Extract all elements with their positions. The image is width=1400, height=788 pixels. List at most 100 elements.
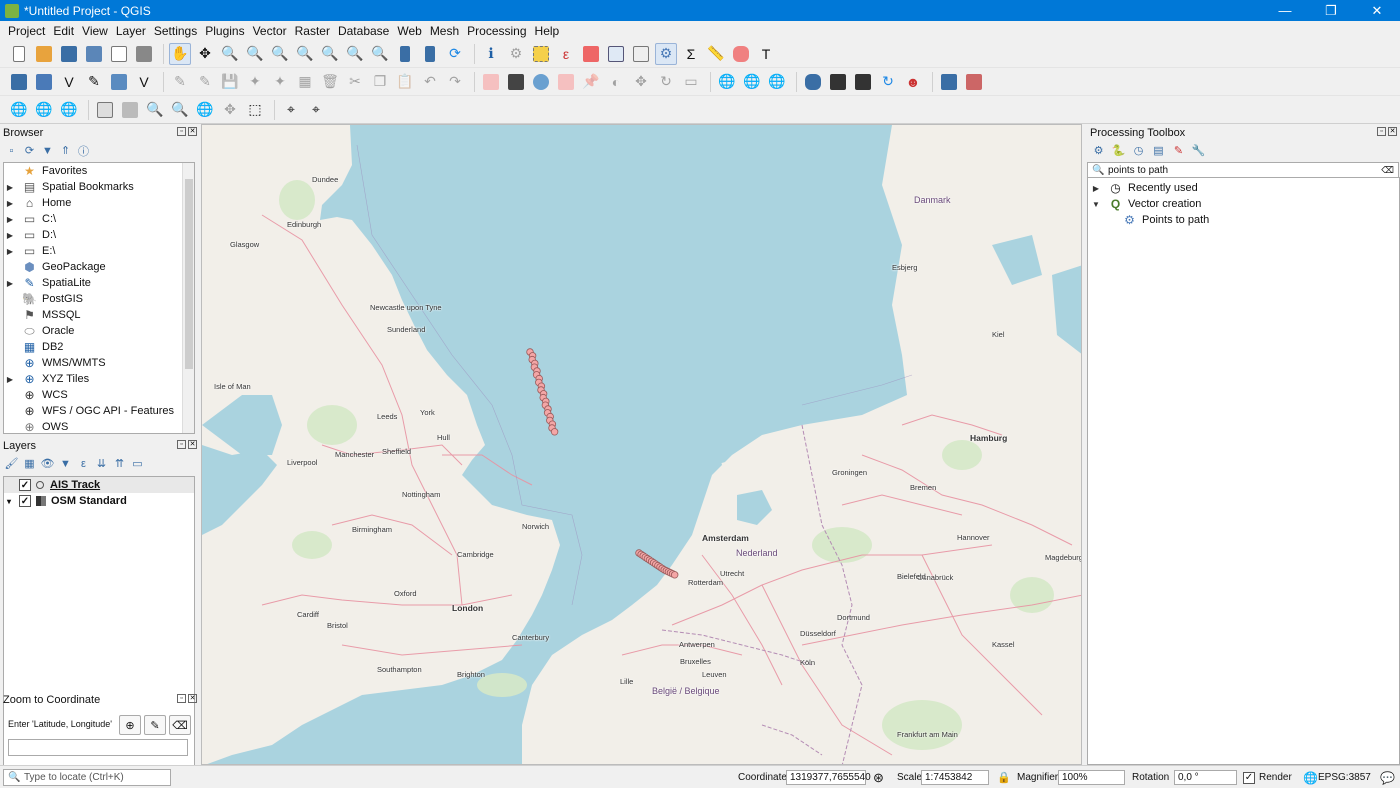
edit-features-icon[interactable]: ✎ bbox=[1172, 144, 1185, 157]
zoom-in-icon[interactable]: 🔍 bbox=[219, 43, 241, 65]
lock-scale-icon[interactable]: 🔒 bbox=[997, 770, 1011, 785]
collapse-all-icon[interactable]: ⇑ bbox=[59, 144, 72, 157]
messages-icon[interactable]: 💬 bbox=[1380, 770, 1395, 785]
browser-item-favorites[interactable]: ★ Favorites bbox=[4, 163, 194, 179]
layer-visibility-checkbox[interactable]: ✓ bbox=[19, 495, 31, 507]
menu-help[interactable]: Help bbox=[531, 24, 564, 38]
menu-vector[interactable]: Vector bbox=[249, 24, 291, 38]
select-features-icon[interactable] bbox=[530, 43, 552, 65]
filter-icon[interactable]: ▼ bbox=[41, 144, 54, 157]
menu-project[interactable]: Project bbox=[4, 24, 49, 38]
coordinate-input[interactable] bbox=[8, 739, 188, 756]
current-edits-icon[interactable]: ✎ bbox=[169, 71, 191, 93]
style-manager-icon[interactable] bbox=[133, 43, 155, 65]
copy-features-icon[interactable]: ❐ bbox=[369, 71, 391, 93]
float-panel-icon[interactable]: ▫ bbox=[177, 127, 186, 136]
search-qms-icon[interactable]: 🌐 bbox=[741, 71, 763, 93]
plugin-tool-icon[interactable] bbox=[827, 71, 849, 93]
float-panel-icon[interactable]: ▫ bbox=[177, 694, 186, 703]
zoom-full-icon[interactable]: 🔍 bbox=[269, 43, 291, 65]
browser-item-db2[interactable]: ▦ DB2 bbox=[4, 339, 194, 355]
move-icon[interactable]: ✥ bbox=[219, 99, 241, 121]
menu-view[interactable]: View bbox=[78, 24, 112, 38]
browser-item-ows[interactable]: ⊕ OWS bbox=[4, 419, 194, 433]
layer-labeling-icon[interactable] bbox=[505, 71, 527, 93]
menu-processing[interactable]: Processing bbox=[463, 24, 530, 38]
web-globe-1-icon[interactable]: 🌐 bbox=[8, 99, 30, 121]
scale-combobox[interactable]: 1:7453842 bbox=[921, 770, 989, 785]
menu-web[interactable]: Web bbox=[393, 24, 425, 38]
pan-to-selection-icon[interactable]: ✥ bbox=[194, 43, 216, 65]
data-source-manager-icon[interactable] bbox=[8, 71, 30, 93]
menu-mesh[interactable]: Mesh bbox=[426, 24, 463, 38]
coordinate-field[interactable]: 1319377,7655540 bbox=[786, 770, 871, 785]
highlight-label-icon[interactable] bbox=[555, 71, 577, 93]
crs-globe-icon[interactable]: 🌐 bbox=[1303, 770, 1318, 785]
zoom-last-icon[interactable]: 🔍 bbox=[369, 43, 391, 65]
new-project-icon[interactable] bbox=[8, 43, 30, 65]
text-annotation-icon[interactable]: T bbox=[755, 43, 777, 65]
style-icon[interactable]: 🖌 bbox=[5, 457, 19, 470]
expand-arrow-icon[interactable]: ▶ bbox=[4, 199, 16, 208]
expand-arrow-icon[interactable]: ▶ bbox=[4, 247, 16, 256]
statistical-summary-icon[interactable]: Σ bbox=[680, 43, 702, 65]
change-label-icon[interactable]: ▭ bbox=[680, 71, 702, 93]
add-wms-icon[interactable] bbox=[108, 71, 130, 93]
rotate-view-icon[interactable]: ↻ bbox=[877, 71, 899, 93]
network-icon[interactable]: 🌐 bbox=[194, 99, 216, 121]
add-virtual-layer-icon[interactable]: V bbox=[133, 71, 155, 93]
show-hide-labels-icon[interactable]: ◐ bbox=[605, 71, 627, 93]
search-tool-icon[interactable]: 🔍 bbox=[169, 99, 191, 121]
menu-settings[interactable]: Settings bbox=[150, 24, 201, 38]
pin-labels-icon[interactable]: 📌 bbox=[580, 71, 602, 93]
rotate-label-icon[interactable]: ↻ bbox=[655, 71, 677, 93]
models-icon[interactable]: ⚙ bbox=[1092, 144, 1105, 157]
minimize-button[interactable]: — bbox=[1262, 0, 1308, 21]
plugin-extra-icon[interactable] bbox=[963, 71, 985, 93]
menu-plugins[interactable]: Plugins bbox=[201, 24, 248, 38]
browser-item-geopackage[interactable]: ⬢ GeoPackage bbox=[4, 259, 194, 275]
menu-database[interactable]: Database bbox=[334, 24, 393, 38]
new-print-layout-icon[interactable] bbox=[108, 43, 130, 65]
web-globe-2-icon[interactable]: 🌐 bbox=[33, 99, 55, 121]
browser-item-wms-wmts[interactable]: ⊕ WMS/WMTS bbox=[4, 355, 194, 371]
browser-item-wfs-ogc-api-features[interactable]: ⊕ WFS / OGC API - Features bbox=[4, 403, 194, 419]
capture-point-icon[interactable]: ✎ bbox=[144, 715, 166, 735]
expand-arrow-icon[interactable]: ▶ bbox=[4, 279, 16, 288]
save-as-icon[interactable] bbox=[83, 43, 105, 65]
map-tips-icon[interactable] bbox=[730, 43, 752, 65]
toggle-editing-icon[interactable]: ✎ bbox=[194, 71, 216, 93]
menu-edit[interactable]: Edit bbox=[49, 24, 78, 38]
layer-diagram-icon[interactable] bbox=[530, 71, 552, 93]
close-panel-icon[interactable]: ✕ bbox=[188, 440, 197, 449]
select-by-value-icon[interactable]: ε bbox=[555, 43, 577, 65]
add-vector-layer-icon[interactable]: V bbox=[58, 71, 80, 93]
expand-arrow-icon[interactable]: ▶ bbox=[4, 215, 16, 224]
expand-arrow-icon[interactable]: ▶ bbox=[1090, 184, 1102, 193]
browser-scrollbar[interactable] bbox=[182, 163, 194, 433]
browser-item-d[interactable]: ▶ ▭ D:\ bbox=[4, 227, 194, 243]
group-vector-creation[interactable]: ▼ Q Vector creation bbox=[1088, 196, 1399, 212]
lat-lon-tools-icon[interactable] bbox=[852, 71, 874, 93]
new-geopackage-icon[interactable] bbox=[33, 71, 55, 93]
history-icon[interactable]: ◷ bbox=[1132, 144, 1145, 157]
algorithm-points-to-path[interactable]: ⚙ Points to path bbox=[1088, 212, 1399, 228]
python-console-icon[interactable] bbox=[802, 71, 824, 93]
delete-selected-icon[interactable]: 🗑 bbox=[319, 71, 341, 93]
zoom-out-icon[interactable]: 🔍 bbox=[244, 43, 266, 65]
processing-search-input[interactable]: 🔍 points to path ⌫ bbox=[1087, 162, 1399, 178]
close-button[interactable]: ✕ bbox=[1354, 0, 1400, 21]
zoom-coordinate-icon[interactable]: ⌖ bbox=[305, 99, 327, 121]
close-panel-icon[interactable]: ✕ bbox=[188, 694, 197, 703]
float-panel-icon[interactable]: ▫ bbox=[177, 440, 186, 449]
expand-all-icon[interactable]: ⇊ bbox=[95, 457, 108, 470]
map-canvas[interactable]: Dundee Edinburgh Glasgow Newcastle upon Tyn… bbox=[201, 124, 1082, 765]
save-edits-icon[interactable]: 💾 bbox=[219, 71, 241, 93]
toggle-extents-icon[interactable]: ⊛ bbox=[873, 770, 884, 785]
refresh-icon[interactable]: ⟳ bbox=[444, 43, 466, 65]
browser-item-spatialite[interactable]: ▶ ✎ SpatiaLite bbox=[4, 275, 194, 291]
attribute-table-icon[interactable] bbox=[605, 43, 627, 65]
render-checkbox[interactable]: ✓ bbox=[1243, 770, 1259, 785]
new-bookmark-icon[interactable] bbox=[394, 43, 416, 65]
results-viewer-icon[interactable]: ▤ bbox=[1152, 144, 1165, 157]
